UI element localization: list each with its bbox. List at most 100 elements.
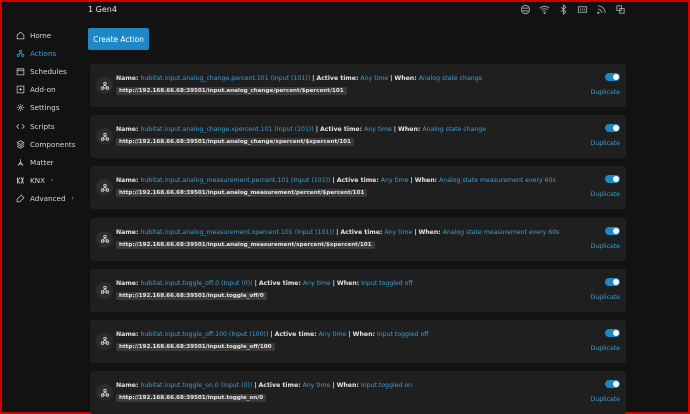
when-value: Analog state measurement every 60s — [439, 177, 556, 185]
action-name: hubitat.input.toggle_off.0 (Input (0)) — [140, 279, 253, 287]
enable-toggle[interactable] — [605, 124, 620, 133]
name-label: Name: — [116, 177, 139, 185]
action-name: hubitat.input.analog_measurement.percent… — [140, 177, 331, 185]
actions-icon — [14, 47, 26, 59]
sidebar-item-label: Matter — [30, 157, 54, 167]
name-label: Name: — [116, 126, 139, 134]
webhook-icon — [96, 332, 113, 350]
sidebar-item-label: Actions — [30, 48, 57, 58]
webhook-icon — [96, 384, 113, 402]
name-label: Name: — [116, 382, 139, 390]
separator: | — [332, 177, 335, 185]
when-value: Input toggled on — [360, 382, 413, 390]
duplicate-link[interactable]: Duplicate — [591, 345, 620, 352]
device-name: 1 Gen4 — [88, 5, 117, 14]
sidebar-item-matter[interactable]: Matter — [14, 153, 84, 171]
active-time-label: Active time: — [274, 330, 317, 338]
addon-icon — [14, 84, 26, 96]
sidebar-item-home[interactable]: Home — [14, 26, 84, 44]
sidebar-item-label: Settings — [30, 103, 60, 113]
sidebar-item-label: KNX — [30, 176, 46, 186]
enable-toggle[interactable] — [605, 175, 620, 184]
duplicate-link[interactable]: Duplicate — [591, 243, 620, 250]
action-url: http://192.168.66.68:39501/input.toggle_… — [116, 394, 267, 403]
restart-icon[interactable] — [615, 4, 626, 15]
webhook-icon — [96, 230, 113, 248]
sidebar-item-label: Home — [30, 30, 52, 40]
separator: | — [393, 126, 397, 134]
separator: | — [336, 228, 339, 236]
action-url: http://192.168.66.68:39501/input.analog_… — [116, 138, 354, 147]
action-name: hubitat.input.toggle_off.100 (Input (100… — [140, 330, 269, 338]
action-summary: Name: hubitat.input.analog_change.percen… — [116, 75, 482, 82]
active-time-value: Any time — [302, 279, 331, 287]
when-value: Analog state measurement every 60s — [442, 228, 560, 236]
action-card[interactable]: Name: hubitat.input.toggle_off.0 (Input … — [90, 268, 626, 312]
action-name: hubitat.input.analog_change.xpercent.101… — [140, 126, 314, 134]
duplicate-link[interactable]: Duplicate — [591, 191, 620, 198]
when-label: When: — [336, 279, 360, 287]
separator: | — [410, 177, 413, 185]
duplicate-link[interactable]: Duplicate — [591, 89, 620, 96]
name-label: Name: — [116, 279, 139, 287]
active-time-label: Active time: — [319, 126, 363, 134]
duplicate-link[interactable]: Duplicate — [591, 140, 620, 147]
separator: | — [332, 382, 335, 390]
status-icons — [520, 4, 626, 15]
sidebar-item-settings[interactable]: Settings — [14, 99, 84, 117]
action-card[interactable]: Name: hubitat.input.analog_change.xperce… — [90, 115, 626, 159]
sidebar-item-advanced[interactable]: Advanced › — [14, 190, 84, 208]
enable-toggle[interactable] — [605, 226, 620, 235]
active-time-value: Any time — [364, 126, 392, 134]
top-bar: 1 Gen4 — [2, 2, 688, 20]
active-time-label: Active time: — [316, 75, 359, 82]
when-label: When: — [336, 382, 359, 390]
sidebar-item-schedules[interactable]: Schedules — [14, 62, 84, 80]
separator: | — [254, 382, 257, 390]
action-card[interactable]: Name: hubitat.input.toggle_on.0 (Input (… — [90, 371, 626, 414]
create-action-button[interactable]: Create Action — [88, 28, 149, 50]
action-url: http://192.168.66.68:39501/input.toggle_… — [116, 291, 267, 300]
action-summary: Name: hubitat.input.toggle_on.0 (Input (… — [116, 382, 412, 389]
sidebar-item-scripts[interactable]: Scripts — [14, 117, 84, 135]
active-time-value: Any time — [384, 228, 413, 236]
when-label: When: — [352, 330, 375, 338]
name-label: Name: — [116, 228, 139, 236]
action-card[interactable]: Name: hubitat.input.analog_change.percen… — [90, 64, 626, 107]
enable-toggle[interactable] — [605, 73, 620, 81]
matter-icon — [14, 156, 26, 168]
sidebar-item-actions[interactable]: Actions — [14, 44, 84, 62]
sidebar-item-label: Add-on — [30, 85, 56, 95]
separator: | — [348, 330, 351, 338]
sidebar-item-label: Advanced — [30, 194, 66, 204]
duplicate-link[interactable]: Duplicate — [591, 396, 620, 403]
enable-toggle[interactable] — [605, 328, 620, 337]
duplicate-link[interactable]: Duplicate — [591, 294, 620, 301]
components-icon — [14, 138, 26, 150]
knx-icon — [14, 175, 26, 187]
chevron-right-icon: › — [51, 177, 54, 185]
when-value: Analog state change — [422, 126, 487, 134]
action-card[interactable]: Name: hubitat.input.analog_measurement.x… — [90, 217, 626, 261]
separator: | — [332, 279, 335, 287]
action-card[interactable]: Name: hubitat.input.toggle_off.100 (Inpu… — [90, 319, 626, 363]
enable-toggle[interactable] — [605, 277, 620, 286]
active-time-label: Active time: — [258, 382, 301, 390]
action-summary: Name: hubitat.input.toggle_off.100 (Inpu… — [116, 331, 428, 338]
name-label: Name: — [116, 330, 139, 338]
active-time-label: Active time: — [336, 177, 379, 185]
action-summary: Name: hubitat.input.analog_measurement.p… — [116, 177, 556, 184]
sidebar: Home Actions Schedules Add-on Settings S… — [14, 26, 84, 208]
separator: | — [312, 75, 315, 82]
active-time-value: Any time — [318, 330, 347, 338]
ethernet-icon — [577, 4, 588, 15]
webhook-icon — [96, 281, 113, 299]
gear-icon — [14, 102, 26, 114]
webhook-icon — [96, 77, 113, 94]
separator: | — [390, 75, 393, 82]
sidebar-item-components[interactable]: Components — [14, 135, 84, 153]
action-card[interactable]: Name: hubitat.input.analog_measurement.p… — [90, 166, 626, 210]
sidebar-item-knx[interactable]: KNX › — [14, 172, 84, 190]
sidebar-item-addon[interactable]: Add-on — [14, 81, 84, 99]
enable-toggle[interactable] — [605, 380, 620, 389]
